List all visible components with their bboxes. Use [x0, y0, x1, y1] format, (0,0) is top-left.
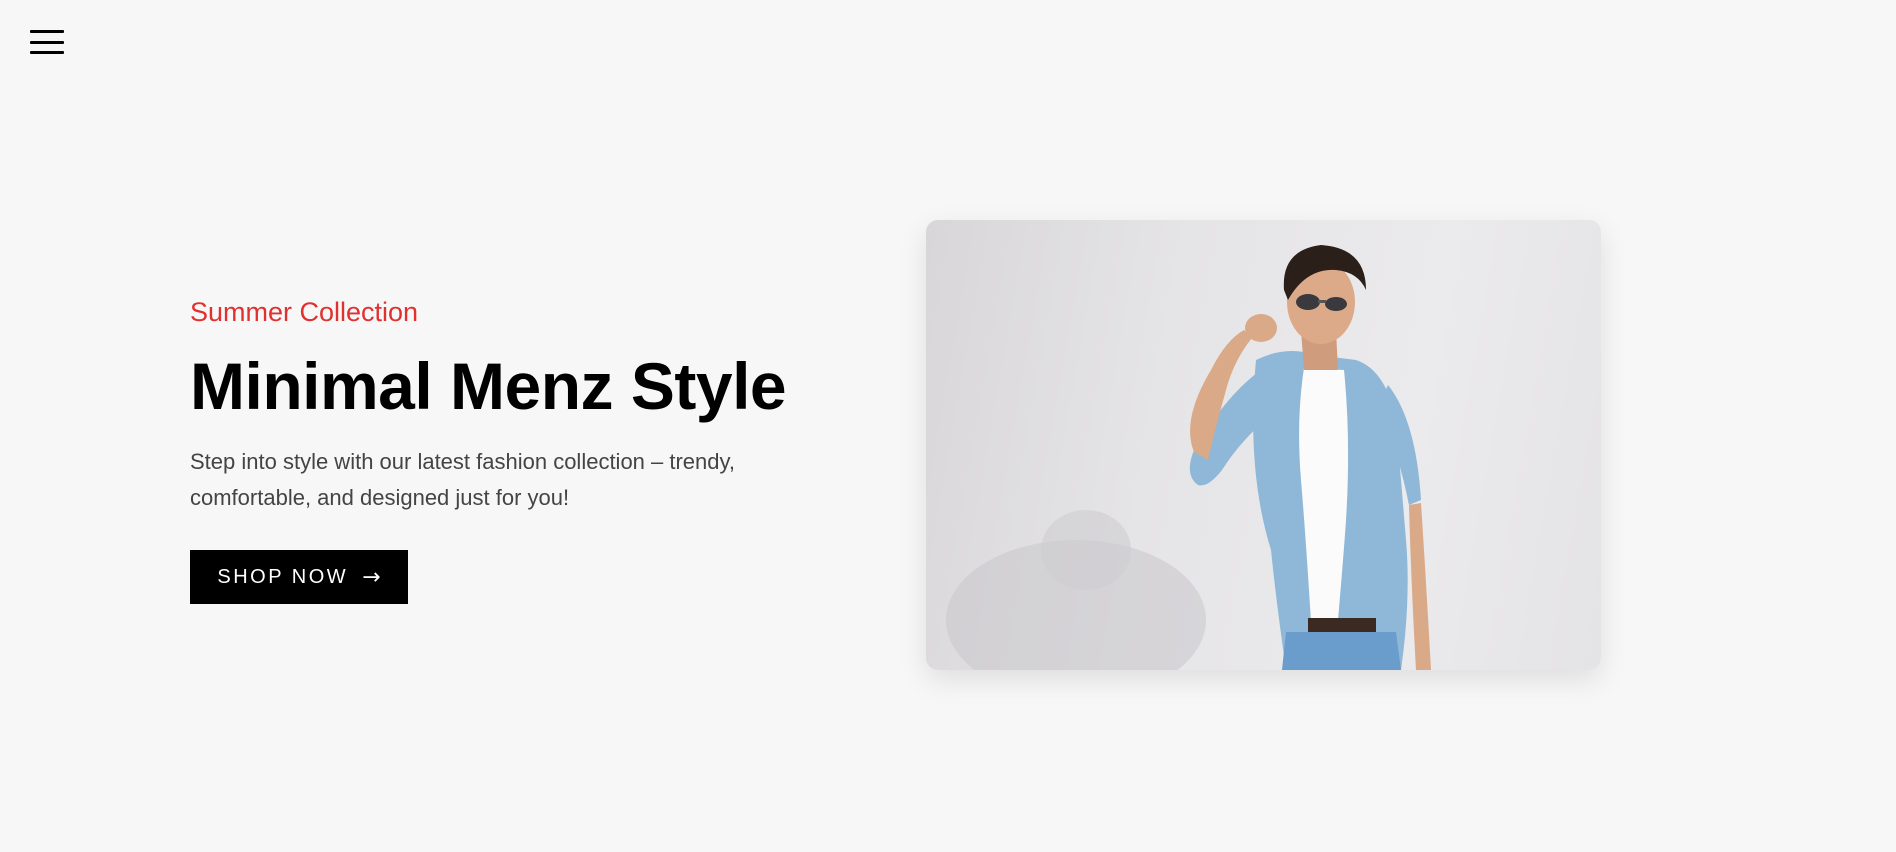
shop-now-button[interactable]: SHOP NOW →	[190, 550, 408, 604]
man-in-denim-shirt-photo	[946, 245, 1431, 670]
menu-bar	[30, 30, 64, 33]
hero-image	[926, 220, 1601, 670]
arrow-right-icon: →	[362, 564, 381, 590]
hero-subtitle: Summer Collection	[190, 297, 419, 327]
menu-bar	[30, 51, 64, 54]
hero-title: Minimal Menz Style	[190, 349, 787, 423]
hamburger-menu-icon[interactable]	[30, 30, 64, 54]
menu-bar	[30, 40, 64, 44]
hero-text-block: Summer Collection Minimal Menz Style Ste…	[190, 292, 810, 604]
hero-description: Step into style with our latest fashion …	[190, 449, 735, 510]
shop-now-label: SHOP NOW	[217, 565, 349, 588]
